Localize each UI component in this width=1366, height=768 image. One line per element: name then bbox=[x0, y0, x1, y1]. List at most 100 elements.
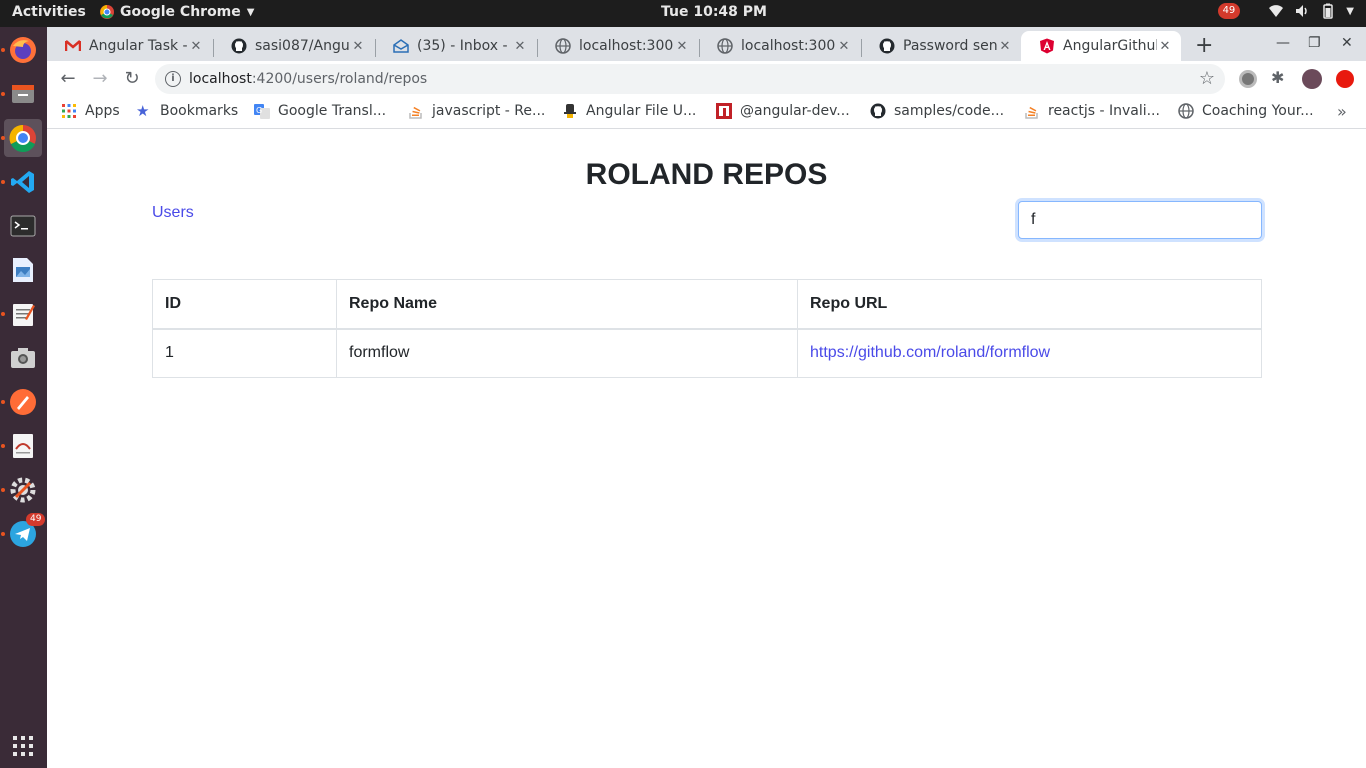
repo-url-link[interactable]: https://github.com/roland/formflow bbox=[810, 344, 1050, 361]
volume-icon bbox=[1294, 3, 1310, 19]
npm-icon bbox=[716, 103, 732, 119]
minimize-button[interactable]: — bbox=[1276, 35, 1290, 51]
dock-postman[interactable] bbox=[1, 383, 42, 421]
back-button[interactable]: ← bbox=[56, 67, 80, 91]
notification-badge[interactable]: 49 bbox=[1217, 3, 1241, 19]
running-indicator bbox=[1, 136, 5, 140]
system-menu-chevron-icon: ▼ bbox=[1346, 5, 1354, 17]
dock: 49 bbox=[0, 27, 47, 768]
github-icon bbox=[231, 38, 247, 54]
tab-title: sasi087/Angul bbox=[255, 38, 350, 54]
tab-localhost-3002-b[interactable]: localhost:3002 ✕ bbox=[699, 31, 860, 61]
terminal-icon bbox=[10, 215, 36, 237]
image-viewer-icon bbox=[13, 258, 33, 282]
activities-button[interactable]: Activities bbox=[12, 4, 86, 20]
column-header-repo-name: Repo Name bbox=[336, 279, 798, 330]
repo-id-cell: 1 bbox=[152, 328, 337, 378]
search-input[interactable] bbox=[1018, 201, 1262, 239]
app-menu[interactable]: Google Chrome ▼ bbox=[100, 4, 254, 20]
tab-angular-github[interactable]: AngularGithub ✕ bbox=[1021, 31, 1181, 61]
new-tab-button[interactable]: + bbox=[1195, 33, 1213, 58]
running-indicator bbox=[1, 92, 5, 96]
restore-button[interactable]: ❐ bbox=[1308, 35, 1321, 51]
table-header-row: ID Repo Name Repo URL bbox=[152, 279, 1262, 330]
extension-gear-icon[interactable] bbox=[1239, 70, 1257, 88]
column-header-repo-url: Repo URL bbox=[797, 279, 1262, 330]
bookmark-label: @angular-dev... bbox=[740, 103, 850, 119]
bookmark-reactjs[interactable]: reactjs - Invali... bbox=[1024, 103, 1160, 119]
chrome-icon bbox=[9, 124, 36, 152]
reload-button[interactable]: ↻ bbox=[120, 67, 144, 91]
bookmarks-bar: Apps ★ Bookmarks G Google Transl... java… bbox=[47, 97, 1366, 129]
tab-localhost-3002-a[interactable]: localhost:3002 ✕ bbox=[537, 31, 698, 61]
tab-angular-task[interactable]: Angular Task - ✕ bbox=[47, 31, 212, 61]
close-icon[interactable]: ✕ bbox=[997, 39, 1013, 54]
clock[interactable]: Tue 10:48 PM bbox=[661, 4, 767, 20]
running-indicator bbox=[1, 180, 5, 184]
users-link[interactable]: Users bbox=[152, 204, 194, 222]
star-icon: ★ bbox=[136, 102, 150, 120]
dock-settings[interactable] bbox=[1, 471, 42, 509]
telegram-badge: 49 bbox=[26, 513, 46, 526]
bookmark-javascript[interactable]: javascript - Re... bbox=[408, 103, 545, 119]
tab-title: Angular Task - bbox=[89, 38, 188, 54]
dock-telegram[interactable]: 49 bbox=[1, 513, 46, 553]
info-icon[interactable]: i bbox=[165, 71, 181, 87]
settings-icon bbox=[10, 477, 36, 503]
dock-image-viewer[interactable] bbox=[4, 251, 42, 289]
apps-grid-icon bbox=[62, 104, 76, 118]
column-header-id: ID bbox=[152, 279, 337, 330]
avatar[interactable] bbox=[1302, 69, 1322, 89]
vscode-icon bbox=[11, 171, 34, 193]
globe-icon bbox=[717, 38, 733, 54]
table-row: 1 formflow https://github.com/roland/for… bbox=[152, 328, 1262, 378]
close-icon[interactable]: ✕ bbox=[512, 39, 528, 54]
system-tray[interactable]: 49 ▼ bbox=[1217, 3, 1354, 19]
github-icon bbox=[870, 103, 886, 119]
gmail-icon bbox=[65, 38, 81, 54]
bookmark-coaching[interactable]: Coaching Your... bbox=[1178, 103, 1314, 119]
dock-files[interactable] bbox=[1, 75, 42, 113]
bookmark-apps[interactable]: Apps bbox=[61, 103, 120, 119]
dock-chrome[interactable] bbox=[1, 119, 42, 157]
globe-icon bbox=[555, 38, 571, 54]
globe-icon bbox=[1178, 103, 1194, 119]
stackoverflow-icon bbox=[1025, 106, 1038, 119]
show-applications-button[interactable] bbox=[12, 735, 34, 761]
tab-password-sent[interactable]: Password sent ✕ bbox=[861, 31, 1021, 61]
text-editor-icon bbox=[13, 304, 35, 326]
address-url[interactable]: localhost:4200/users/roland/repos bbox=[189, 71, 427, 87]
tab-inbox[interactable]: (35) - Inbox - Zo ✕ bbox=[375, 31, 536, 61]
bookmark-angular-file-upload[interactable]: Angular File U... bbox=[562, 103, 696, 119]
address-bar[interactable]: i localhost:4200/users/roland/repos ☆ bbox=[155, 64, 1225, 94]
chevron-down-icon: ▼ bbox=[246, 6, 255, 18]
running-indicator bbox=[1, 444, 5, 448]
svg-text:G: G bbox=[256, 106, 262, 115]
bookmark-google-translate[interactable]: G Google Transl... bbox=[254, 103, 386, 119]
close-window-button[interactable]: ✕ bbox=[1341, 35, 1353, 51]
zoho-mail-icon bbox=[393, 38, 409, 54]
bookmark-label: Bookmarks bbox=[160, 103, 239, 119]
dock-text-editor[interactable] bbox=[1, 295, 42, 333]
close-icon[interactable]: ✕ bbox=[674, 39, 690, 54]
update-icon[interactable] bbox=[1336, 70, 1354, 88]
close-icon[interactable]: ✕ bbox=[188, 39, 204, 54]
dock-vscode[interactable] bbox=[1, 163, 42, 201]
bookmark-angular-dev[interactable]: @angular-dev... bbox=[716, 103, 850, 119]
bookmark-star-icon[interactable]: ☆ bbox=[1199, 68, 1215, 89]
more-bookmarks-icon[interactable]: » bbox=[1337, 102, 1347, 121]
close-icon[interactable]: ✕ bbox=[350, 39, 366, 54]
url-path: :4200/users/roland/repos bbox=[251, 71, 428, 87]
forward-button[interactable]: → bbox=[88, 67, 112, 91]
dock-terminal[interactable] bbox=[4, 207, 42, 245]
dock-pdf-viewer[interactable] bbox=[1, 427, 42, 465]
dock-screenshot[interactable] bbox=[4, 339, 42, 377]
close-icon[interactable]: ✕ bbox=[1157, 39, 1173, 54]
dock-firefox[interactable] bbox=[1, 31, 42, 69]
close-icon[interactable]: ✕ bbox=[836, 39, 852, 54]
tab-sasi087[interactable]: sasi087/Angul ✕ bbox=[213, 31, 374, 61]
bookmark-samples-code[interactable]: samples/code... bbox=[870, 103, 1004, 119]
tab-title: Password sent bbox=[903, 38, 997, 54]
extensions-puzzle-icon[interactable]: ✱ bbox=[1271, 68, 1284, 87]
bookmark-bookmarks[interactable]: ★ Bookmarks bbox=[136, 103, 238, 119]
